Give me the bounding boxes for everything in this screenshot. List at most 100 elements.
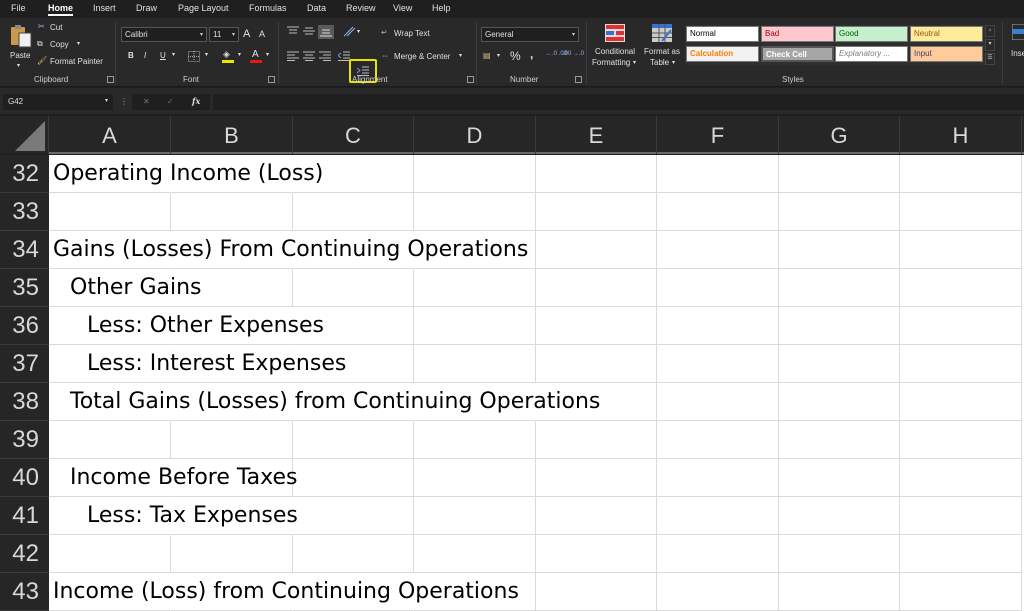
tab-data[interactable]: Data bbox=[307, 3, 326, 13]
cell-f43[interactable] bbox=[657, 573, 779, 611]
orientation-dropdown-icon[interactable]: ▾ bbox=[357, 28, 360, 35]
cell-a39[interactable] bbox=[49, 421, 171, 459]
wrap-text-button[interactable]: ↵ Wrap Text bbox=[381, 28, 441, 40]
cell-f39[interactable] bbox=[657, 421, 779, 459]
cell-d36[interactable] bbox=[414, 307, 536, 345]
decrease-decimal-button[interactable]: .00 →.0 bbox=[563, 51, 584, 57]
cell-e35[interactable] bbox=[536, 269, 657, 307]
underline-button[interactable]: U bbox=[160, 51, 166, 60]
cancel-icon[interactable]: ✕ bbox=[143, 97, 150, 106]
insert-cells-button[interactable]: Inse bbox=[1008, 22, 1024, 72]
cell-g39[interactable] bbox=[779, 421, 900, 459]
column-header-d[interactable]: D bbox=[414, 116, 536, 154]
name-box[interactable]: G42 ▾ bbox=[3, 94, 113, 110]
cell-h34[interactable] bbox=[900, 231, 1022, 269]
cell-h37[interactable] bbox=[900, 345, 1022, 383]
column-header-e[interactable]: E bbox=[536, 116, 657, 154]
row-header-34[interactable]: 34 bbox=[0, 231, 49, 269]
formula-input[interactable] bbox=[213, 94, 1024, 110]
insert-function-icon[interactable]: fx bbox=[192, 96, 200, 106]
cell-f35[interactable] bbox=[657, 269, 779, 307]
tab-page-layout[interactable]: Page Layout bbox=[178, 3, 229, 13]
font-size-select[interactable]: 11 ▾ bbox=[209, 27, 239, 42]
cell-d41[interactable] bbox=[414, 497, 536, 535]
cell-c40[interactable] bbox=[293, 459, 414, 497]
cell-h42[interactable] bbox=[900, 535, 1022, 573]
align-left-icon[interactable] bbox=[287, 51, 299, 61]
cell-g38[interactable] bbox=[779, 383, 900, 421]
tab-insert[interactable]: Insert bbox=[93, 3, 116, 13]
percent-button[interactable]: % bbox=[510, 49, 521, 63]
number-launcher-icon[interactable] bbox=[575, 76, 582, 83]
align-center-icon[interactable] bbox=[303, 51, 315, 61]
cell-h35[interactable] bbox=[900, 269, 1022, 307]
cell-b42[interactable] bbox=[171, 535, 293, 573]
italic-button[interactable]: I bbox=[144, 51, 146, 60]
copy-button[interactable]: ⧉ Copy ▾ bbox=[37, 39, 87, 51]
paste-button[interactable]: Paste ▾ bbox=[6, 22, 34, 72]
cell-d39[interactable] bbox=[414, 421, 536, 459]
style-normal[interactable]: Normal bbox=[686, 26, 759, 42]
row-header-39[interactable]: 39 bbox=[0, 421, 49, 459]
format-painter-button[interactable]: 🖌 Format Painter bbox=[37, 56, 109, 68]
borders-icon[interactable] bbox=[188, 51, 200, 62]
cell-d40[interactable] bbox=[414, 459, 536, 497]
cell-g43[interactable] bbox=[779, 573, 900, 611]
font-name-select[interactable]: Calibri ▾ bbox=[121, 27, 207, 42]
accounting-format-icon[interactable]: ▤ bbox=[483, 51, 491, 60]
format-as-table-button[interactable]: Format as Table ▾ bbox=[643, 22, 683, 72]
cell-d33[interactable] bbox=[414, 193, 536, 231]
row-header-41[interactable]: 41 bbox=[0, 497, 49, 535]
grow-font-button[interactable]: A bbox=[243, 28, 250, 40]
style-check-cell[interactable]: Check Cell bbox=[761, 46, 834, 62]
align-right-icon[interactable] bbox=[319, 51, 331, 61]
cell-e39[interactable] bbox=[536, 421, 657, 459]
cell-f38[interactable] bbox=[657, 383, 779, 421]
cell-d32[interactable] bbox=[414, 155, 536, 193]
font-color-dropdown-icon[interactable]: ▾ bbox=[266, 51, 269, 58]
tab-home[interactable]: Home bbox=[48, 3, 74, 16]
merge-center-button[interactable]: ⇔ Merge & Center ▾ bbox=[381, 51, 469, 63]
copy-dropdown-icon[interactable]: ▾ bbox=[77, 40, 80, 47]
column-header-f[interactable]: F bbox=[657, 116, 779, 154]
cell-c35[interactable] bbox=[293, 269, 414, 307]
paste-dropdown-icon[interactable]: ▾ bbox=[17, 62, 20, 69]
gallery-scroll-down-icon[interactable]: ▾ bbox=[985, 39, 995, 51]
cell-h41[interactable] bbox=[900, 497, 1022, 535]
cell-d37[interactable] bbox=[414, 345, 536, 383]
clipboard-launcher-icon[interactable] bbox=[107, 76, 114, 83]
style-input[interactable]: Input bbox=[910, 46, 983, 62]
cell-e41[interactable] bbox=[536, 497, 657, 535]
cell-e37[interactable] bbox=[536, 345, 657, 383]
comma-button[interactable]: , bbox=[530, 47, 533, 61]
cell-e40[interactable] bbox=[536, 459, 657, 497]
cell-g40[interactable] bbox=[779, 459, 900, 497]
cell-g36[interactable] bbox=[779, 307, 900, 345]
cell-f40[interactable] bbox=[657, 459, 779, 497]
cell-a33[interactable] bbox=[49, 193, 171, 231]
enter-icon[interactable]: ✓ bbox=[167, 97, 174, 106]
cell-c41[interactable] bbox=[293, 497, 414, 535]
align-bottom-button[interactable] bbox=[318, 25, 334, 39]
cell-f34[interactable] bbox=[657, 231, 779, 269]
cell-e42[interactable] bbox=[536, 535, 657, 573]
merge-dropdown-icon[interactable]: ▾ bbox=[459, 52, 462, 59]
tab-view[interactable]: View bbox=[393, 3, 412, 13]
cell-b33[interactable] bbox=[171, 193, 293, 231]
conditional-formatting-button[interactable]: Conditional Formatting ▾ bbox=[592, 22, 640, 72]
cut-button[interactable]: ✂ Cut bbox=[38, 22, 78, 34]
cell-h39[interactable] bbox=[900, 421, 1022, 459]
fill-color-dropdown-icon[interactable]: ▾ bbox=[238, 51, 241, 58]
tab-formulas[interactable]: Formulas bbox=[249, 3, 287, 13]
cell-a42[interactable] bbox=[49, 535, 171, 573]
cell-c39[interactable] bbox=[293, 421, 414, 459]
cell-g41[interactable] bbox=[779, 497, 900, 535]
row-header-35[interactable]: 35 bbox=[0, 269, 49, 307]
cell-e43[interactable] bbox=[536, 573, 657, 611]
accounting-dropdown-icon[interactable]: ▾ bbox=[497, 52, 500, 59]
gallery-scroll-up-icon[interactable]: ▴ bbox=[985, 25, 995, 37]
row-header-43[interactable]: 43 bbox=[0, 573, 49, 611]
style-bad[interactable]: Bad bbox=[761, 26, 834, 42]
more-options-icon[interactable]: ⋮ bbox=[120, 97, 128, 106]
cell-e36[interactable] bbox=[536, 307, 657, 345]
